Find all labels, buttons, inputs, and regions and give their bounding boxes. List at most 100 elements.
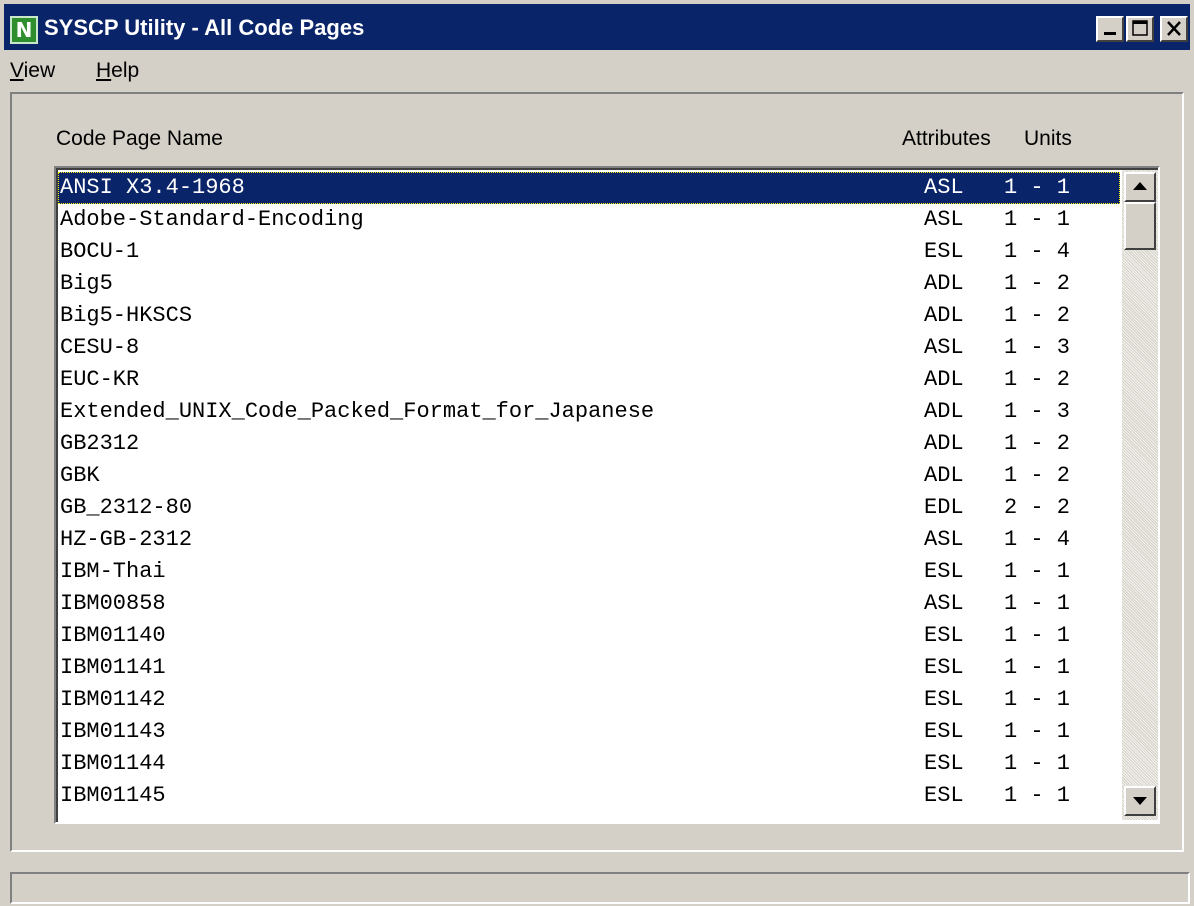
status-bar [10, 872, 1190, 904]
code-page-units: 1 - 1 [1004, 687, 1071, 712]
list-item[interactable]: Extended_UNIX_Code_Packed_Format_for_Jap… [58, 396, 1120, 428]
list-item[interactable]: CESU-8 ASL 1 - 3 [58, 332, 1120, 364]
list-item[interactable]: IBM01141 ESL 1 - 1 [58, 652, 1120, 684]
code-page-units: 1 - 1 [1004, 175, 1071, 200]
column-header-units: Units [1024, 127, 1072, 150]
code-page-units: 1 - 1 [1004, 719, 1071, 744]
list-item[interactable]: IBM01145 ESL 1 - 1 [58, 780, 1120, 812]
list-item[interactable]: GB2312 ADL 1 - 2 [58, 428, 1120, 460]
list-item[interactable]: IBM01142 ESL 1 - 1 [58, 684, 1120, 716]
app-window: N SYSCP Utility - All Code Pages View He… [0, 0, 1194, 906]
client-area: Code Page Name Attributes Units ANSI X3.… [10, 92, 1184, 852]
code-page-attributes: ADL [924, 431, 964, 456]
menu-bar: View Help [4, 52, 1190, 90]
list-item[interactable]: HZ-GB-2312 ASL 1 - 4 [58, 524, 1120, 556]
code-page-units: 1 - 2 [1004, 271, 1071, 296]
code-page-name: Adobe-Standard-Encoding [60, 207, 364, 232]
code-page-units: 1 - 1 [1004, 623, 1071, 648]
code-page-attributes: ESL [924, 751, 964, 776]
code-page-attributes: ADL [924, 271, 964, 296]
code-page-attributes: ASL [924, 527, 964, 552]
code-page-units: 1 - 4 [1004, 527, 1071, 552]
code-page-name: Big5 [60, 271, 113, 296]
code-page-name: Extended_UNIX_Code_Packed_Format_for_Jap… [60, 399, 655, 424]
scroll-up-button[interactable] [1124, 172, 1156, 202]
code-page-units: 1 - 2 [1004, 463, 1071, 488]
code-page-units: 1 - 1 [1004, 783, 1071, 808]
list-item[interactable]: IBM01143 ESL 1 - 1 [58, 716, 1120, 748]
code-page-name: GB2312 [60, 431, 140, 456]
column-header-attributes: Attributes [902, 127, 991, 150]
code-page-name: EUC-KR [60, 367, 140, 392]
code-page-attributes: ASL [924, 335, 964, 360]
list-item[interactable]: IBM01144 ESL 1 - 1 [58, 748, 1120, 780]
list-item[interactable]: BOCU-1 ESL 1 - 4 [58, 236, 1120, 268]
code-page-name: IBM01145 [60, 783, 166, 808]
code-page-attributes: ADL [924, 399, 964, 424]
list-item[interactable]: IBM-Thai ESL 1 - 1 [58, 556, 1120, 588]
code-page-units: 1 - 2 [1004, 367, 1071, 392]
code-page-attributes: ESL [924, 623, 964, 648]
arrow-up-icon [1133, 182, 1147, 190]
scroll-thumb[interactable] [1124, 202, 1156, 250]
column-header-name: Code Page Name [56, 127, 223, 150]
scroll-down-button[interactable] [1124, 786, 1156, 816]
arrow-down-icon [1133, 797, 1147, 805]
menu-view-rest: iew [23, 59, 56, 82]
code-page-units: 1 - 1 [1004, 655, 1071, 680]
vertical-scrollbar[interactable] [1122, 170, 1158, 820]
code-page-units: 2 - 2 [1004, 495, 1071, 520]
minimize-button[interactable] [1096, 16, 1124, 42]
code-page-attributes: ESL [924, 559, 964, 584]
code-page-name: GB_2312-80 [60, 495, 193, 520]
code-page-units: 1 - 1 [1004, 559, 1071, 584]
list-item[interactable]: EUC-KR ADL 1 - 2 [58, 364, 1120, 396]
code-page-units: 1 - 1 [1004, 591, 1071, 616]
code-page-units: 1 - 3 [1004, 399, 1071, 424]
list-item[interactable]: Big5 ADL 1 - 2 [58, 268, 1120, 300]
maximize-button[interactable] [1126, 16, 1154, 42]
app-icon[interactable]: N [10, 16, 38, 44]
list-item[interactable]: GB_2312-80 EDL 2 - 2 [58, 492, 1120, 524]
list-item[interactable]: ANSI X3.4-1968 ASL 1 - 1 [58, 172, 1120, 204]
code-page-name: IBM01141 [60, 655, 166, 680]
code-page-name: BOCU-1 [60, 239, 140, 264]
menu-help-rest: elp [111, 59, 140, 82]
menu-help-mnemonic: H [96, 59, 112, 82]
window-title: SYSCP Utility - All Code Pages [44, 15, 365, 40]
list-item[interactable]: IBM00858 ASL 1 - 1 [58, 588, 1120, 620]
code-page-list[interactable]: ANSI X3.4-1968 ASL 1 - 1 Adobe-Standard-Enc… [54, 166, 1160, 824]
menu-view[interactable]: View [10, 58, 55, 84]
code-page-units: 1 - 3 [1004, 335, 1071, 360]
list-item[interactable]: IBM01140 ESL 1 - 1 [58, 620, 1120, 652]
code-page-name: Big5-HKSCS [60, 303, 193, 328]
code-page-units: 1 - 4 [1004, 239, 1071, 264]
list-item[interactable]: Adobe-Standard-Encoding ASL 1 - 1 [58, 204, 1120, 236]
close-button[interactable] [1160, 16, 1188, 42]
close-icon [1167, 21, 1181, 36]
code-page-name: IBM01140 [60, 623, 166, 648]
code-page-attributes: EDL [924, 495, 964, 520]
code-page-attributes: ESL [924, 719, 964, 744]
list-item[interactable]: Big5-HKSCS ADL 1 - 2 [58, 300, 1120, 332]
code-page-attributes: ASL [924, 175, 964, 200]
list-rows: ANSI X3.4-1968 ASL 1 - 1 Adobe-Standard-Enc… [58, 172, 1120, 812]
code-page-attributes: ESL [924, 239, 964, 264]
code-page-attributes: ESL [924, 655, 964, 680]
title-bar[interactable]: N SYSCP Utility - All Code Pages [4, 4, 1190, 50]
code-page-attributes: ESL [924, 687, 964, 712]
code-page-name: IBM00858 [60, 591, 166, 616]
code-page-name: IBM-Thai [60, 559, 166, 584]
menu-help[interactable]: Help [96, 58, 139, 84]
code-page-attributes: ADL [924, 463, 964, 488]
code-page-attributes: ADL [924, 367, 964, 392]
code-page-units: 1 - 2 [1004, 431, 1071, 456]
code-page-name: IBM01142 [60, 687, 166, 712]
code-page-units: 1 - 1 [1004, 751, 1071, 776]
code-page-list-frame: ANSI X3.4-1968 ASL 1 - 1 Adobe-Standard-Enc… [56, 168, 1158, 822]
minimize-icon [1104, 32, 1116, 35]
list-item[interactable]: GBK ADL 1 - 2 [58, 460, 1120, 492]
code-page-name: GBK [60, 463, 100, 488]
code-page-attributes: ASL [924, 207, 964, 232]
menu-view-mnemonic: V [10, 59, 24, 82]
